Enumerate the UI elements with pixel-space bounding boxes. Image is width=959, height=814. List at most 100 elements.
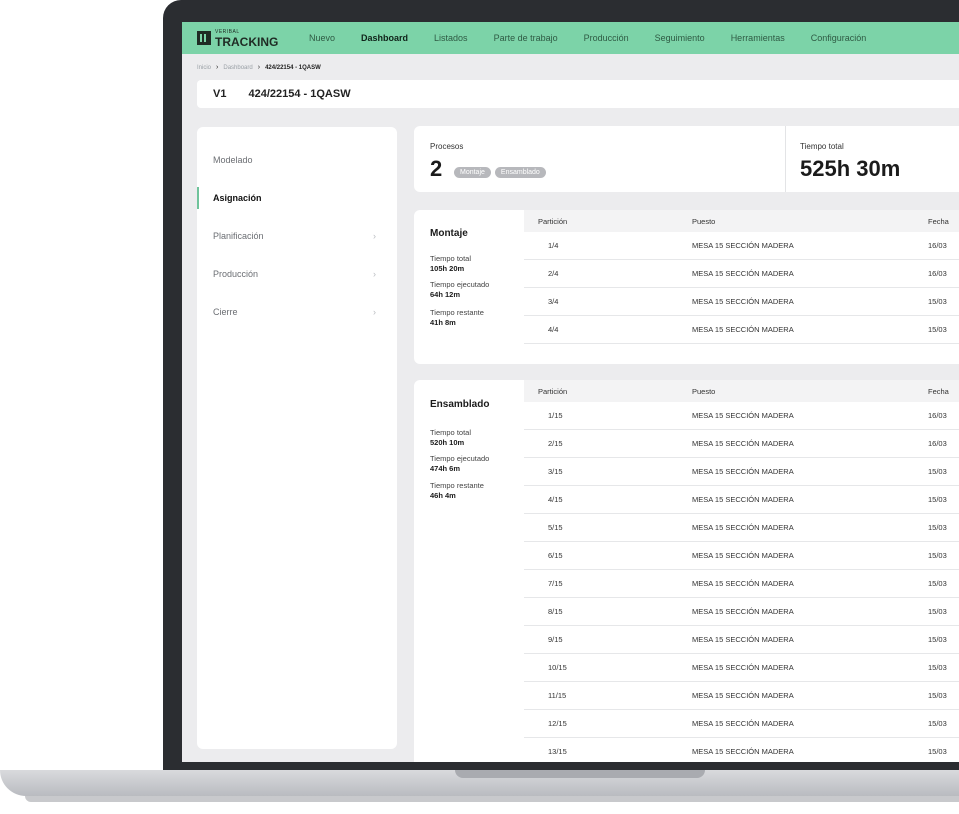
top-navigation: VERIBAL TRACKING Nuevo Dashboard Listados P…	[182, 22, 959, 54]
table-row[interactable]: 12/15 MESA 15 SECCIÓN MADERA 15/03	[524, 710, 959, 738]
nav-item-configuración[interactable]: Configuración	[811, 33, 867, 43]
sidebar-item-label: Modelado	[213, 155, 253, 165]
breadcrumb: Inicio › Dashboard › 424/22154 - 1QASW	[197, 64, 321, 71]
sidebar-item-4[interactable]: Cierre ›	[197, 293, 397, 331]
nav-item-seguimiento[interactable]: Seguimiento	[655, 33, 705, 43]
header-particion[interactable]: Partición	[538, 380, 567, 402]
header-fecha[interactable]: Fecha	[928, 210, 949, 232]
table-row[interactable]: 2/15 MESA 15 SECCIÓN MADERA 16/03	[524, 430, 959, 458]
ensamblado-ejecutado-value: 474h 6m	[430, 464, 461, 473]
header-particion[interactable]: Partición	[538, 210, 567, 232]
cell-fecha: 15/03	[928, 719, 947, 728]
cell-puesto: MESA 15 SECCIÓN MADERA	[692, 439, 794, 448]
breadcrumb-dashboard[interactable]: Dashboard	[223, 65, 252, 71]
app-screen: VERIBAL TRACKING Nuevo Dashboard Listados P…	[182, 22, 959, 762]
nav-item-parte-de-trabajo[interactable]: Parte de trabajo	[494, 33, 558, 43]
cell-fecha: 15/03	[928, 635, 947, 644]
sidebar-item-2[interactable]: Planificación ›	[197, 217, 397, 255]
montaje-total-label: Tiempo total	[430, 254, 471, 263]
montaje-ejecutado-value: 64h 12m	[430, 290, 461, 299]
procesos-count: 2	[430, 156, 443, 181]
cell-fecha: 16/03	[928, 269, 947, 278]
tiempo-total-value: 525h 30m	[800, 156, 901, 181]
cell-particion: 3/4	[548, 297, 559, 306]
cell-fecha: 15/03	[928, 663, 947, 672]
table-row[interactable]: 7/15 MESA 15 SECCIÓN MADERA 15/03	[524, 570, 959, 598]
cell-fecha: 15/03	[928, 297, 947, 306]
sidebar-item-0[interactable]: Modelado	[197, 141, 397, 179]
version-label[interactable]: V1	[213, 88, 226, 100]
table-row[interactable]: 4/4 MESA 15 SECCIÓN MADERA 15/03	[524, 316, 959, 344]
cell-puesto: MESA 15 SECCIÓN MADERA	[692, 663, 794, 672]
nav-item-listados[interactable]: Listados	[434, 33, 468, 43]
ensamblado-ejecutado-label: Tiempo ejecutado	[430, 454, 490, 463]
nav-item-producción[interactable]: Producción	[584, 33, 629, 43]
nav-item-dashboard[interactable]: Dashboard	[361, 33, 408, 43]
table-header: Partición Puesto Fecha	[524, 380, 959, 402]
cell-puesto: MESA 15 SECCIÓN MADERA	[692, 467, 794, 476]
ensamblado-total-value: 520h 10m	[430, 438, 465, 447]
nav-item-nuevo[interactable]: Nuevo	[309, 33, 335, 43]
cell-particion: 4/15	[548, 495, 563, 504]
table-row[interactable]: 4/15 MESA 15 SECCIÓN MADERA 15/03	[524, 486, 959, 514]
summary-divider	[785, 126, 786, 192]
montaje-restante-value: 41h 8m	[430, 318, 456, 327]
sidebar-item-3[interactable]: Producción ›	[197, 255, 397, 293]
cell-puesto: MESA 15 SECCIÓN MADERA	[692, 269, 794, 278]
table-row[interactable]: 1/15 MESA 15 SECCIÓN MADERA 16/03	[524, 402, 959, 430]
table-row[interactable]: 8/15 MESA 15 SECCIÓN MADERA 15/03	[524, 598, 959, 626]
table-row[interactable]: 5/15 MESA 15 SECCIÓN MADERA 15/03	[524, 514, 959, 542]
cell-fecha: 15/03	[928, 551, 947, 560]
cell-fecha: 15/03	[928, 523, 947, 532]
cell-particion: 1/4	[548, 241, 559, 250]
nav-menu: Nuevo Dashboard Listados Parte de trabajo Pr…	[309, 33, 892, 43]
cell-particion: 13/15	[548, 747, 567, 756]
cell-particion: 1/15	[548, 411, 563, 420]
header-puesto[interactable]: Puesto	[692, 380, 715, 402]
cell-particion: 9/15	[548, 635, 563, 644]
table-row[interactable]: 3/4 MESA 15 SECCIÓN MADERA 15/03	[524, 288, 959, 316]
montaje-total-value: 105h 20m	[430, 264, 465, 273]
cell-fecha: 15/03	[928, 747, 947, 756]
laptop-shadow	[25, 796, 959, 802]
table-row[interactable]: 3/15 MESA 15 SECCIÓN MADERA 15/03	[524, 458, 959, 486]
sidebar-item-label: Planificación	[213, 231, 264, 241]
breadcrumb-home[interactable]: Inicio	[197, 65, 211, 71]
table-row[interactable]: 2/4 MESA 15 SECCIÓN MADERA 16/03	[524, 260, 959, 288]
cell-puesto: MESA 15 SECCIÓN MADERA	[692, 551, 794, 560]
project-title-bar: V1 424/22154 - 1QASW	[197, 80, 959, 108]
cell-particion: 10/15	[548, 663, 567, 672]
cell-puesto: MESA 15 SECCIÓN MADERA	[692, 495, 794, 504]
logo[interactable]: VERIBAL TRACKING	[197, 28, 309, 48]
table-row[interactable]: 6/15 MESA 15 SECCIÓN MADERA 15/03	[524, 542, 959, 570]
breadcrumb-current: 424/22154 - 1QASW	[265, 64, 321, 71]
cell-fecha: 15/03	[928, 325, 947, 334]
nav-item-herramientas[interactable]: Herramientas	[731, 33, 785, 43]
table-row[interactable]: 11/15 MESA 15 SECCIÓN MADERA 15/03	[524, 682, 959, 710]
cell-puesto: MESA 15 SECCIÓN MADERA	[692, 523, 794, 532]
table-row[interactable]: 9/15 MESA 15 SECCIÓN MADERA 15/03	[524, 626, 959, 654]
chevron-right-icon: ›	[373, 269, 376, 279]
table-row[interactable]: 10/15 MESA 15 SECCIÓN MADERA 15/03	[524, 654, 959, 682]
table-row[interactable]: 13/15 MESA 15 SECCIÓN MADERA 15/03	[524, 738, 959, 762]
cell-fecha: 16/03	[928, 439, 947, 448]
tag-ensamblado[interactable]: Ensamblado	[494, 167, 546, 179]
ensamblado-title: Ensamblado	[430, 399, 490, 410]
cell-fecha: 16/03	[928, 411, 947, 420]
cell-particion: 11/15	[548, 691, 567, 700]
tag-montaje[interactable]: Montaje	[454, 167, 491, 179]
cell-puesto: MESA 15 SECCIÓN MADERA	[692, 411, 794, 420]
cell-fecha: 15/03	[928, 579, 947, 588]
sidebar: Modelado Asignación Planificación › Producci…	[197, 127, 397, 749]
cell-puesto: MESA 15 SECCIÓN MADERA	[692, 691, 794, 700]
cell-fecha: 15/03	[928, 691, 947, 700]
table-row[interactable]: 1/4 MESA 15 SECCIÓN MADERA 16/03	[524, 232, 959, 260]
header-puesto[interactable]: Puesto	[692, 210, 715, 232]
page-title: 424/22154 - 1QASW	[248, 88, 351, 100]
table-header: Partición Puesto Fecha	[524, 210, 959, 232]
sidebar-item-1[interactable]: Asignación	[197, 179, 397, 217]
sidebar-item-label: Cierre	[213, 307, 238, 317]
header-fecha[interactable]: Fecha	[928, 380, 949, 402]
montaje-table: Partición Puesto Fecha 1/4 MESA 15 SECCIÓ…	[524, 210, 959, 344]
process-tags: Montaje Ensamblado	[454, 164, 550, 182]
